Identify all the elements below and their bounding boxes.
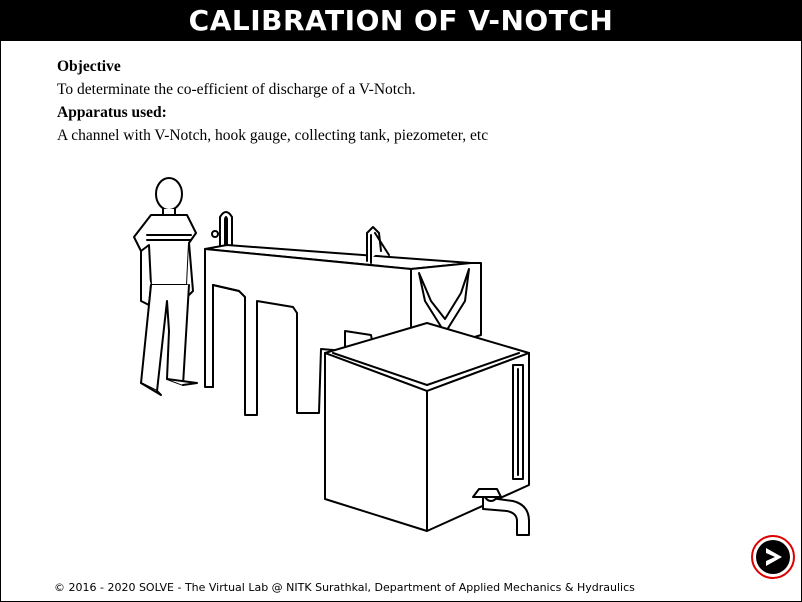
next-button[interactable] — [751, 535, 795, 579]
main-frame: CALIBRATION OF V-NOTCH Objective To dete… — [0, 0, 802, 602]
footer-copyright: © 2016 - 2020 SOLVE - The Virtual Lab @ … — [54, 581, 635, 594]
objective-text: To determinate the co-efficient of disch… — [57, 81, 416, 98]
outlet-valve — [472, 488, 530, 536]
intro-section: Objective To determinate the co-efficien… — [57, 57, 757, 149]
apparatus-text: A channel with V-Notch, hook gauge, coll… — [57, 127, 489, 144]
apparatus-heading: Apparatus used: — [57, 104, 167, 121]
person-figure — [133, 177, 198, 396]
objective-heading: Objective — [57, 58, 121, 75]
u-tube — [219, 211, 233, 247]
next-arrow-icon — [756, 540, 790, 574]
page-title: CALIBRATION OF V-NOTCH — [1, 1, 801, 41]
v-notch-apparatus-illustration — [133, 177, 530, 536]
